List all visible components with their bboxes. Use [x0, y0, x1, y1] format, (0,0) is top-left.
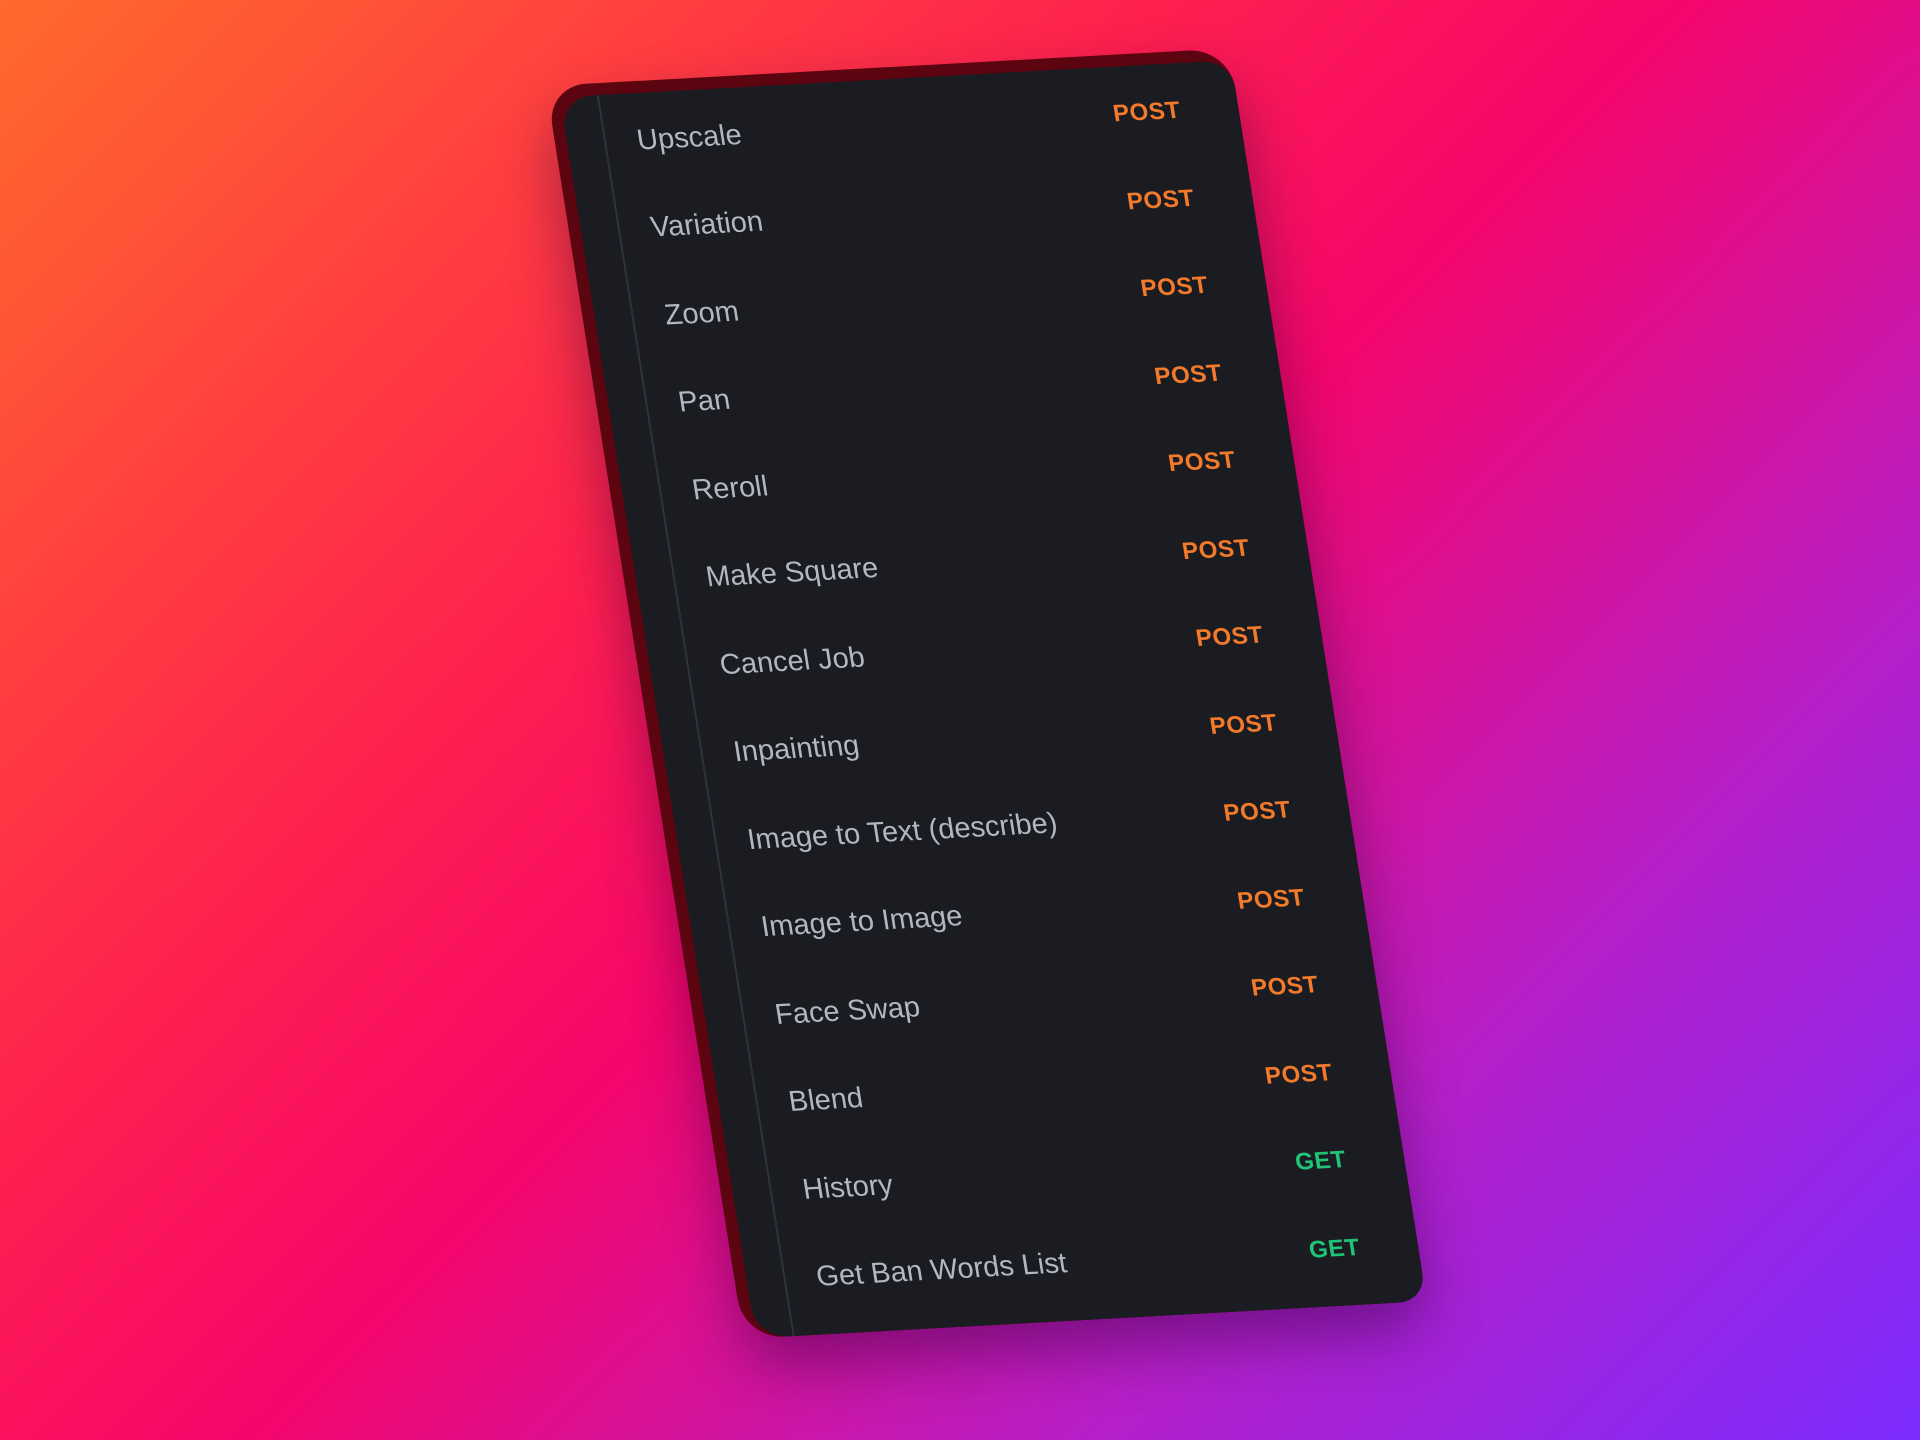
endpoint-label: Reroll	[689, 470, 771, 506]
method-badge: POST	[1166, 446, 1238, 478]
endpoint-label: Image to Text (describe)	[744, 806, 1060, 856]
method-badge: POST	[1193, 621, 1266, 652]
method-badge: POST	[1263, 1058, 1335, 1090]
method-badge: POST	[1180, 534, 1252, 565]
endpoint-label: Make Square	[703, 552, 881, 594]
endpoint-label: Get Ban Words List	[814, 1247, 1070, 1293]
endpoint-label: Image to Image	[758, 900, 965, 944]
method-badge: POST	[1249, 971, 1321, 1002]
endpoint-label: Upscale	[634, 118, 744, 157]
endpoint-label: Blend	[786, 1082, 866, 1118]
method-badge: POST	[1138, 271, 1211, 303]
method-badge: POST	[1111, 96, 1183, 128]
endpoint-label: Inpainting	[731, 729, 862, 769]
endpoint-list-card: Upscale POST Variation POST Zoom POST Pan POST R…	[546, 48, 1427, 1339]
endpoint-label: Variation	[648, 205, 766, 244]
method-badge: POST	[1207, 709, 1280, 740]
method-badge: GET	[1293, 1146, 1349, 1176]
method-badge: POST	[1152, 359, 1224, 390]
endpoint-label: History	[800, 1168, 896, 1206]
method-badge: POST	[1221, 796, 1293, 827]
endpoint-label: Zoom	[662, 295, 742, 331]
endpoint-label: Face Swap	[772, 990, 923, 1031]
endpoint-list: Upscale POST Variation POST Zoom POST Pan POST R…	[559, 60, 1427, 1339]
endpoint-label: Cancel Job	[717, 641, 868, 681]
method-badge: POST	[1124, 184, 1197, 215]
endpoint-label: Pan	[675, 383, 733, 419]
method-badge: GET	[1307, 1233, 1362, 1264]
method-badge: POST	[1235, 883, 1307, 915]
